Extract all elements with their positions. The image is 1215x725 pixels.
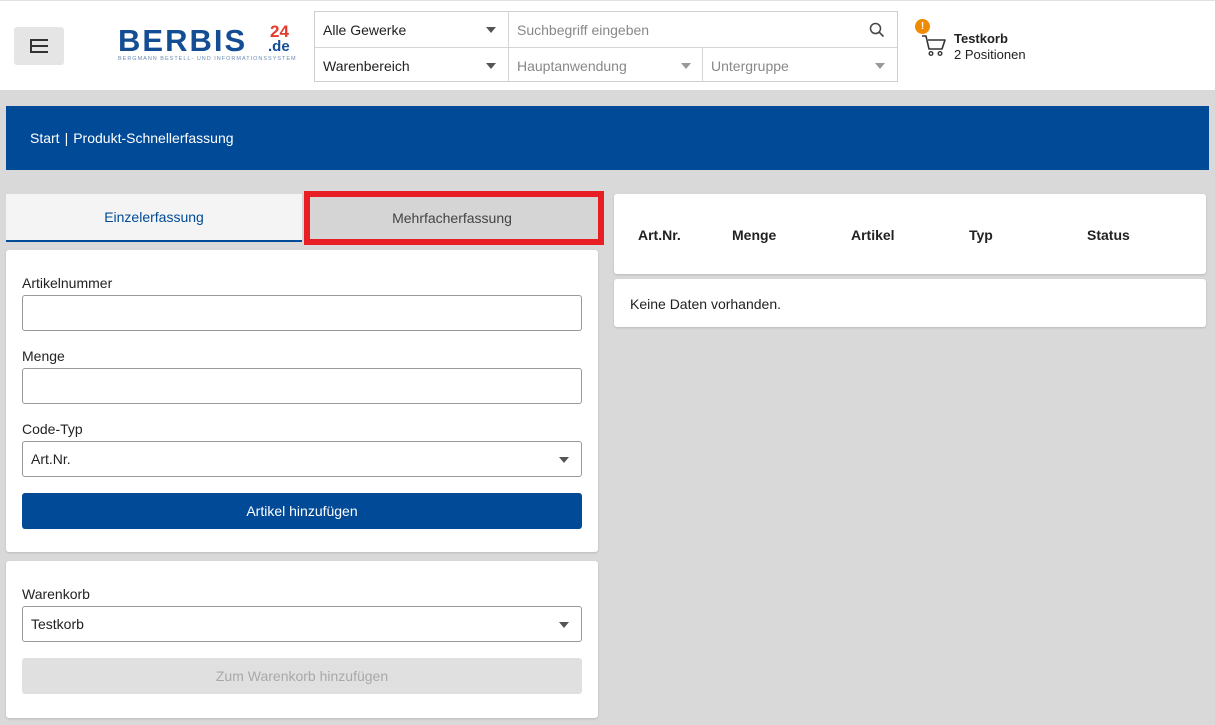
shopping-cart-icon [922, 35, 946, 57]
subgroup-placeholder: Untergruppe [711, 57, 789, 74]
hamburger-icon [30, 39, 48, 53]
breadcrumb-current: Produkt-Schnellerfassung [73, 130, 234, 146]
column-type[interactable]: Typ [969, 227, 993, 243]
column-quantity[interactable]: Menge [732, 227, 776, 243]
tab-single-capture[interactable]: Einzelerfassung [6, 194, 302, 242]
main-application-select[interactable]: Hauptanwendung [509, 48, 702, 83]
logo-tagline: BERGMANN BESTELL- UND INFORMATIONSSYSTEM [118, 56, 297, 62]
header: BERBIS 24 .de BERGMANN BESTELL- UND INFO… [0, 0, 1215, 90]
trade-select-value: Alle Gewerke [323, 21, 407, 38]
chevron-down-icon [559, 622, 569, 628]
capture-tabs: Einzelerfassung Mehrfacherfassung [6, 194, 602, 242]
table-header: Art.Nr. Menge Artikel Typ Status [614, 194, 1206, 274]
main-application-placeholder: Hauptanwendung [517, 57, 627, 74]
menu-button[interactable] [14, 27, 64, 65]
single-capture-form: Artikelnummer Menge Code-Typ Art.Nr. Art… [6, 250, 598, 552]
cart-select-card: Warenkorb Testkorb Zum Warenkorb hinzufü… [6, 561, 598, 718]
breadcrumb: Start | Produkt-Schnellerfassung [6, 106, 1209, 170]
logo-tld: .de [268, 38, 290, 55]
column-article[interactable]: Artikel [851, 227, 895, 243]
column-status[interactable]: Status [1087, 227, 1130, 243]
search-input[interactable]: Suchbegriff eingeben [509, 12, 897, 47]
quantity-label: Menge [22, 348, 65, 364]
product-area-select[interactable]: Warenbereich [315, 48, 508, 83]
article-number-input[interactable] [22, 295, 582, 331]
chevron-down-icon [486, 63, 496, 69]
subgroup-select[interactable]: Untergruppe [703, 48, 897, 83]
add-article-button[interactable]: Artikel hinzufügen [22, 493, 582, 529]
chevron-down-icon [559, 457, 569, 463]
logo-brand: BERBIS [118, 23, 248, 58]
berbis-logo[interactable]: BERBIS 24 .de BERGMANN BESTELL- UND INFO… [118, 23, 298, 67]
search-placeholder: Suchbegriff eingeben [517, 21, 650, 38]
breadcrumb-separator: | [64, 130, 69, 146]
add-to-cart-button: Zum Warenkorb hinzufügen [22, 658, 582, 694]
mini-cart[interactable]: ! Testkorb 2 Positionen [915, 19, 1058, 69]
chevron-down-icon [486, 27, 496, 33]
search-icon[interactable] [869, 22, 885, 38]
table-empty-state: Keine Daten vorhanden. [614, 279, 1206, 327]
search-panel: Alle Gewerke Suchbegriff eingeben Warenb… [314, 11, 898, 82]
cart-name: Testkorb [954, 31, 1008, 46]
tab-multiple-capture[interactable]: Mehrfacherfassung [302, 194, 602, 242]
empty-message: Keine Daten vorhanden. [630, 296, 781, 312]
cart-positions: 2 Positionen [954, 47, 1026, 62]
chevron-down-icon [681, 63, 691, 69]
code-type-value: Art.Nr. [31, 451, 71, 467]
column-article-number[interactable]: Art.Nr. [638, 227, 681, 243]
cart-alert-badge: ! [915, 19, 930, 34]
cart-select-label: Warenkorb [22, 586, 90, 602]
breadcrumb-start[interactable]: Start [30, 130, 60, 146]
cart-select-value: Testkorb [31, 616, 84, 632]
cart-select[interactable]: Testkorb [22, 606, 582, 642]
trade-select[interactable]: Alle Gewerke [315, 12, 508, 47]
chevron-down-icon [875, 63, 885, 69]
code-type-label: Code-Typ [22, 421, 83, 437]
quantity-input[interactable] [22, 368, 582, 404]
product-area-value: Warenbereich [323, 57, 410, 74]
code-type-select[interactable]: Art.Nr. [22, 441, 582, 477]
article-number-label: Artikelnummer [22, 275, 113, 291]
